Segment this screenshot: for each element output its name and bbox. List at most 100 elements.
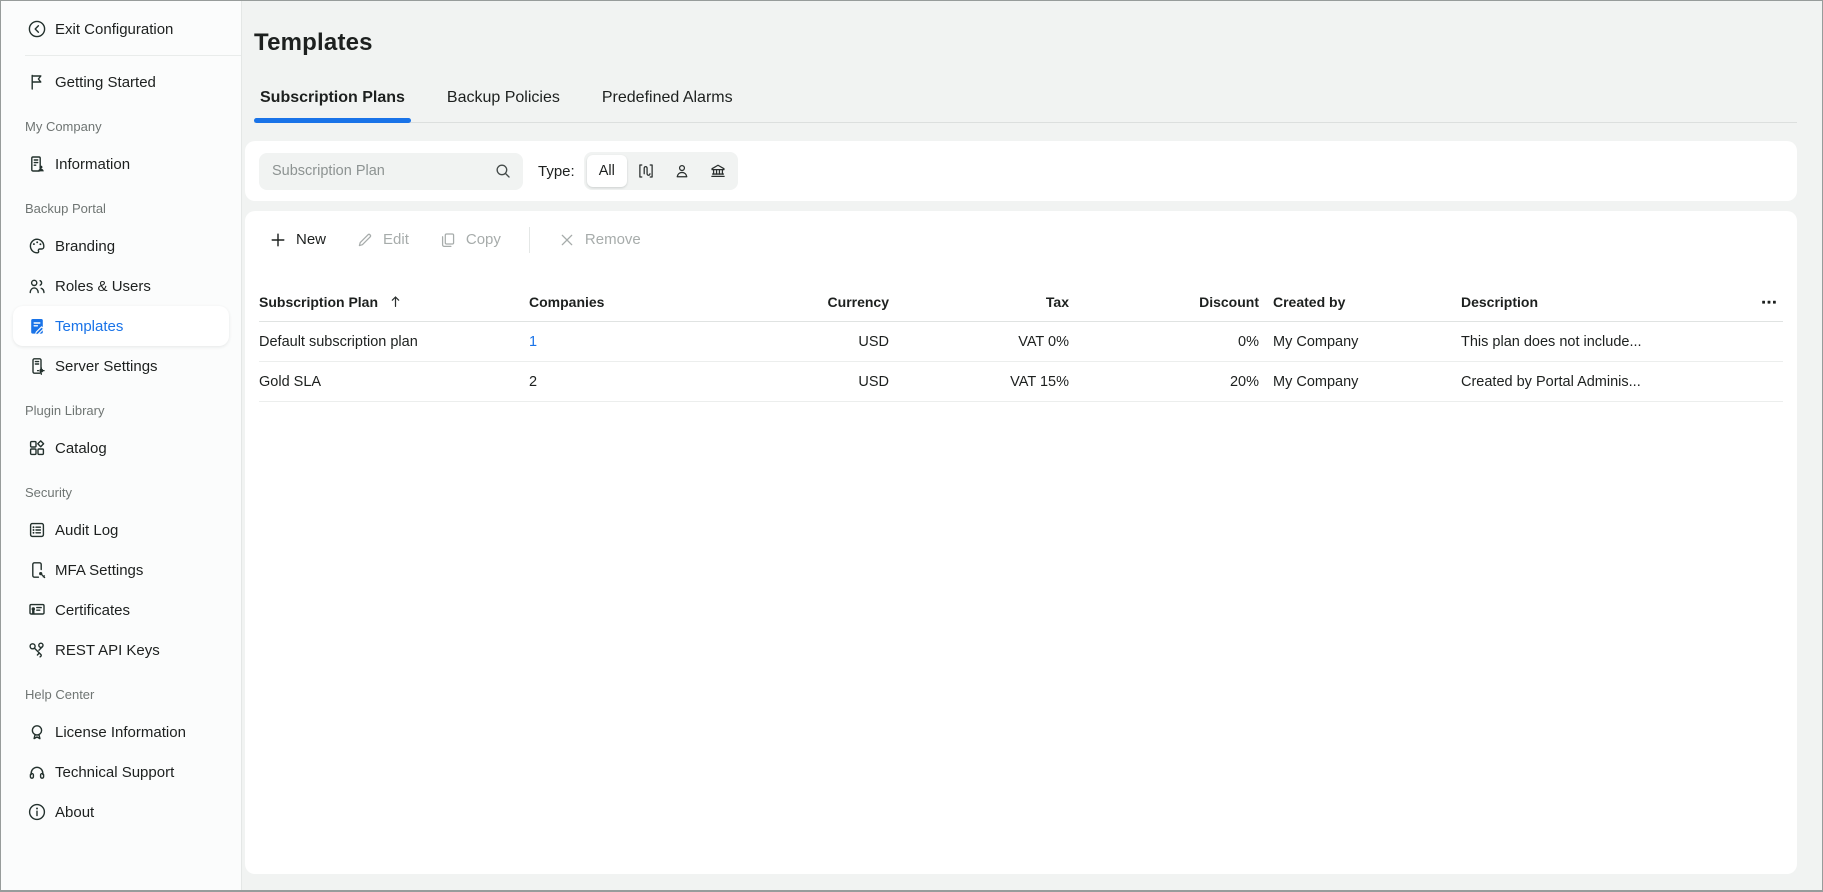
plus-icon [269,231,287,249]
sidebar-item-license-information[interactable]: License Information [1,712,241,752]
search-icon [494,162,512,180]
column-header-discount[interactable]: Discount [1069,294,1259,310]
clipboard-pen-icon [27,316,47,336]
user-icon [673,162,691,180]
main-content: Templates Subscription Plans Backup Poli… [242,1,1822,890]
sidebar-item-mfa-settings[interactable]: MFA Settings [1,550,241,590]
cell-tax: VAT 0% [1018,333,1069,350]
type-filter-label: Type: [538,162,575,180]
table-row[interactable]: Default subscription plan 1 USD VAT 0% 0… [259,322,1783,362]
column-header-tax[interactable]: Tax [889,294,1069,310]
sidebar-section-security: Security [25,484,72,500]
phone-key-icon [27,560,47,580]
sidebar-item-templates[interactable]: Templates [13,306,229,346]
table-header: Subscription Plan Companies Currency Tax… [259,282,1783,322]
chevron-left-circle-icon [27,19,47,39]
sidebar-item-label: Branding [55,237,116,255]
pencil-icon [356,231,374,249]
sidebar-item-rest-api-keys[interactable]: REST API Keys [1,630,241,670]
sidebar-item-audit-log[interactable]: Audit Log [1,510,241,550]
sidebar-item-exit-configuration[interactable]: Exit Configuration [1,9,241,49]
type-filter-company[interactable] [701,155,735,187]
cell-created-by: My Company [1273,333,1359,350]
sidebar-item-certificates[interactable]: Certificates [1,590,241,630]
table-row[interactable]: Gold SLA 2 USD VAT 15% 20% My Company Cr… [259,362,1783,402]
tab-subscription-plans[interactable]: Subscription Plans [254,88,411,123]
keys-icon [27,640,47,660]
info-circle-icon [27,802,47,822]
grid-diamond-icon [27,438,47,458]
copy-button-label: Copy [465,231,501,248]
companies-link[interactable]: 1 [529,334,537,350]
remove-button-label: Remove [584,231,641,248]
sidebar-item-label: Information [55,155,131,173]
tab-backup-policies[interactable]: Backup Policies [441,88,566,122]
cell-subscription-plan: Gold SLA [259,373,322,390]
flag-icon [27,72,47,92]
tab-predefined-alarms[interactable]: Predefined Alarms [596,88,739,122]
sidebar-item-label: About [55,803,95,821]
sidebar-item-label: Roles & Users [55,277,151,295]
sidebar-item-branding[interactable]: Branding [1,226,241,266]
sidebar-item-label: License Information [55,723,186,741]
cell-subscription-plan: Default subscription plan [259,333,418,350]
column-header-created-by[interactable]: Created by [1259,294,1461,310]
sidebar-item-label: Templates [55,317,124,335]
sidebar-item-roles-users[interactable]: Roles & Users [1,266,241,306]
type-filter-group: All [583,152,738,190]
column-settings-button[interactable] [1755,290,1783,314]
search-box[interactable] [259,152,523,190]
sidebar-section-plugin-library: Plugin Library [25,402,105,418]
edit-button[interactable]: Edit [346,222,419,258]
sort-ascending-icon [388,294,403,309]
sidebar-item-label: Getting Started [55,73,156,91]
edit-button-label: Edit [383,231,409,248]
sidebar-divider [25,55,241,56]
sidebar-item-label: Catalog [55,439,107,457]
sidebar-section-help-center: Help Center [25,686,95,702]
sidebar-item-label: Technical Support [55,763,175,781]
filter-panel: Type: All [245,141,1797,201]
sidebar-item-about[interactable]: About [1,792,241,832]
column-header-subscription-plan[interactable]: Subscription Plan [259,294,529,310]
cell-tax: VAT 15% [1010,373,1069,390]
sidebar: Exit Configuration Getting Started My Co… [1,1,242,890]
sidebar-item-technical-support[interactable]: Technical Support [1,752,241,792]
cell-description: This plan does not include... [1461,333,1642,350]
cell-discount: 20% [1229,373,1259,390]
sidebar-item-server-settings[interactable]: Server Settings [1,346,241,386]
type-filter-user[interactable] [665,155,699,187]
search-input[interactable] [272,163,486,179]
sidebar-item-label: Exit Configuration [55,20,174,38]
certificate-icon [27,600,47,620]
medal-icon [27,722,47,742]
toolbar: New Edit Copy Remove [245,211,1797,268]
sidebar-section-my-company: My Company [25,118,102,134]
cell-currency: USD [858,333,889,350]
column-header-companies[interactable]: Companies [529,294,659,310]
app-window: { "sidebar": { "exit": {"label": "Exit C… [0,0,1823,892]
new-button[interactable]: New [259,222,336,258]
new-button-label: New [296,231,327,248]
type-filter-all[interactable]: All [586,155,627,187]
cell-description: Created by Portal Adminis... [1461,373,1641,390]
copy-button[interactable]: Copy [429,222,511,258]
ellipsis-icon [1761,294,1777,310]
sidebar-item-label: MFA Settings [55,561,144,579]
remove-button[interactable]: Remove [548,222,651,258]
tab-bar: Subscription Plans Backup Policies Prede… [254,88,1797,123]
scroll-icon [637,162,655,180]
column-header-currency[interactable]: Currency [659,294,889,310]
headset-icon [27,762,47,782]
building-person-icon [27,154,47,174]
column-header-description[interactable]: Description [1461,294,1739,310]
sidebar-item-information[interactable]: Information [1,144,241,184]
list-box-icon [27,520,47,540]
sidebar-item-getting-started[interactable]: Getting Started [1,62,241,102]
sidebar-item-label: Certificates [55,601,131,619]
server-gear-icon [27,356,47,376]
cell-companies: 2 [529,373,538,390]
copy-icon [439,231,457,249]
type-filter-plan[interactable] [629,155,663,187]
sidebar-item-catalog[interactable]: Catalog [1,428,241,468]
